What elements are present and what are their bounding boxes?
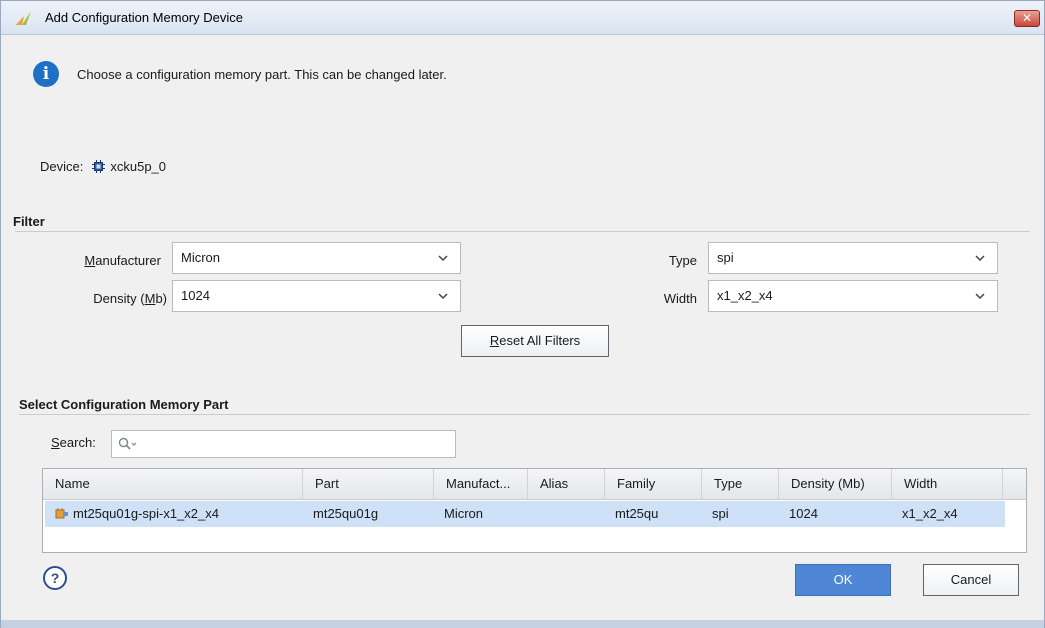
window-title: Add Configuration Memory Device [45,10,243,25]
width-select[interactable]: x1_x2_x4 [708,280,998,312]
ok-button[interactable]: OK [795,564,891,596]
chevron-down-icon [438,293,448,300]
dialog-window: Add Configuration Memory Device ✕ i Choo… [0,0,1045,628]
memory-part-table: Name Part Manufact... Alias Family Type … [42,468,1027,553]
vivado-logo-icon [16,11,31,25]
cell-type: spi [712,506,729,521]
column-header-name[interactable]: Name [43,469,303,499]
column-header-family[interactable]: Family [605,469,702,499]
device-label: Device: [40,159,84,174]
width-label: Width [663,291,697,306]
type-label: Type [668,253,697,268]
density-select[interactable]: 1024 [172,280,461,312]
column-header-density[interactable]: Density (Mb) [779,469,892,499]
cell-width: x1_x2_x4 [902,506,958,521]
title-bar[interactable]: Add Configuration Memory Device ✕ [1,1,1044,35]
cancel-button[interactable]: Cancel [923,564,1019,596]
cell-family: mt25qu [615,506,659,521]
info-icon: i [33,61,59,87]
filter-section-title: Filter [13,214,45,229]
device-value: xcku5p_0 [110,159,167,174]
help-icon[interactable]: ? [43,566,67,590]
density-label: Density (Mb) [93,291,167,306]
manufacturer-value: Micron [181,250,221,265]
type-value: spi [717,250,734,265]
cell-name: mt25qu01g-spi-x1_x2_x4 [45,501,303,527]
table-row[interactable]: mt25qu01g-spi-x1_x2_x4 mt25qu01g Micron … [45,501,1005,527]
column-header-type[interactable]: Type [702,469,779,499]
cell-density: 1024 [789,506,818,521]
manufacturer-select[interactable]: Micron [172,242,461,274]
column-header-part[interactable]: Part [303,469,434,499]
column-header-alias[interactable]: Alias [528,469,605,499]
select-part-divider [19,414,1030,415]
close-icon: ✕ [1021,11,1033,25]
part-name: mt25qu01g-spi-x1_x2_x4 [73,506,219,521]
table-header: Name Part Manufact... Alias Family Type … [43,469,1026,500]
window-bottom-border [1,620,1044,628]
chevron-down-icon [438,255,448,262]
select-part-section-title: Select Configuration Memory Part [19,397,229,412]
info-message: Choose a configuration memory part. This… [77,67,447,82]
search-input[interactable] [111,430,456,458]
filter-divider [15,231,1030,232]
chevron-down-icon [975,255,985,262]
column-header-manufacturer[interactable]: Manufact... [434,469,528,499]
type-select[interactable]: spi [708,242,998,274]
search-icon [118,437,137,450]
density-value: 1024 [181,288,210,303]
close-button[interactable]: ✕ [1014,10,1040,27]
reset-all-filters-button[interactable]: Reset All Filters [461,325,609,357]
cell-manufacturer: Micron [444,506,484,521]
device-row: Device: xcku5p_0 [40,159,166,174]
cell-alias [528,501,605,527]
cell-part: mt25qu01g [313,506,379,521]
chevron-down-icon [975,293,985,300]
chip-icon [92,160,106,173]
width-value: x1_x2_x4 [717,288,773,303]
search-label: Search: [51,435,96,450]
manufacturer-label: Manufacturer [84,253,161,268]
memory-part-icon [55,508,68,519]
column-header-width[interactable]: Width [892,469,1003,499]
